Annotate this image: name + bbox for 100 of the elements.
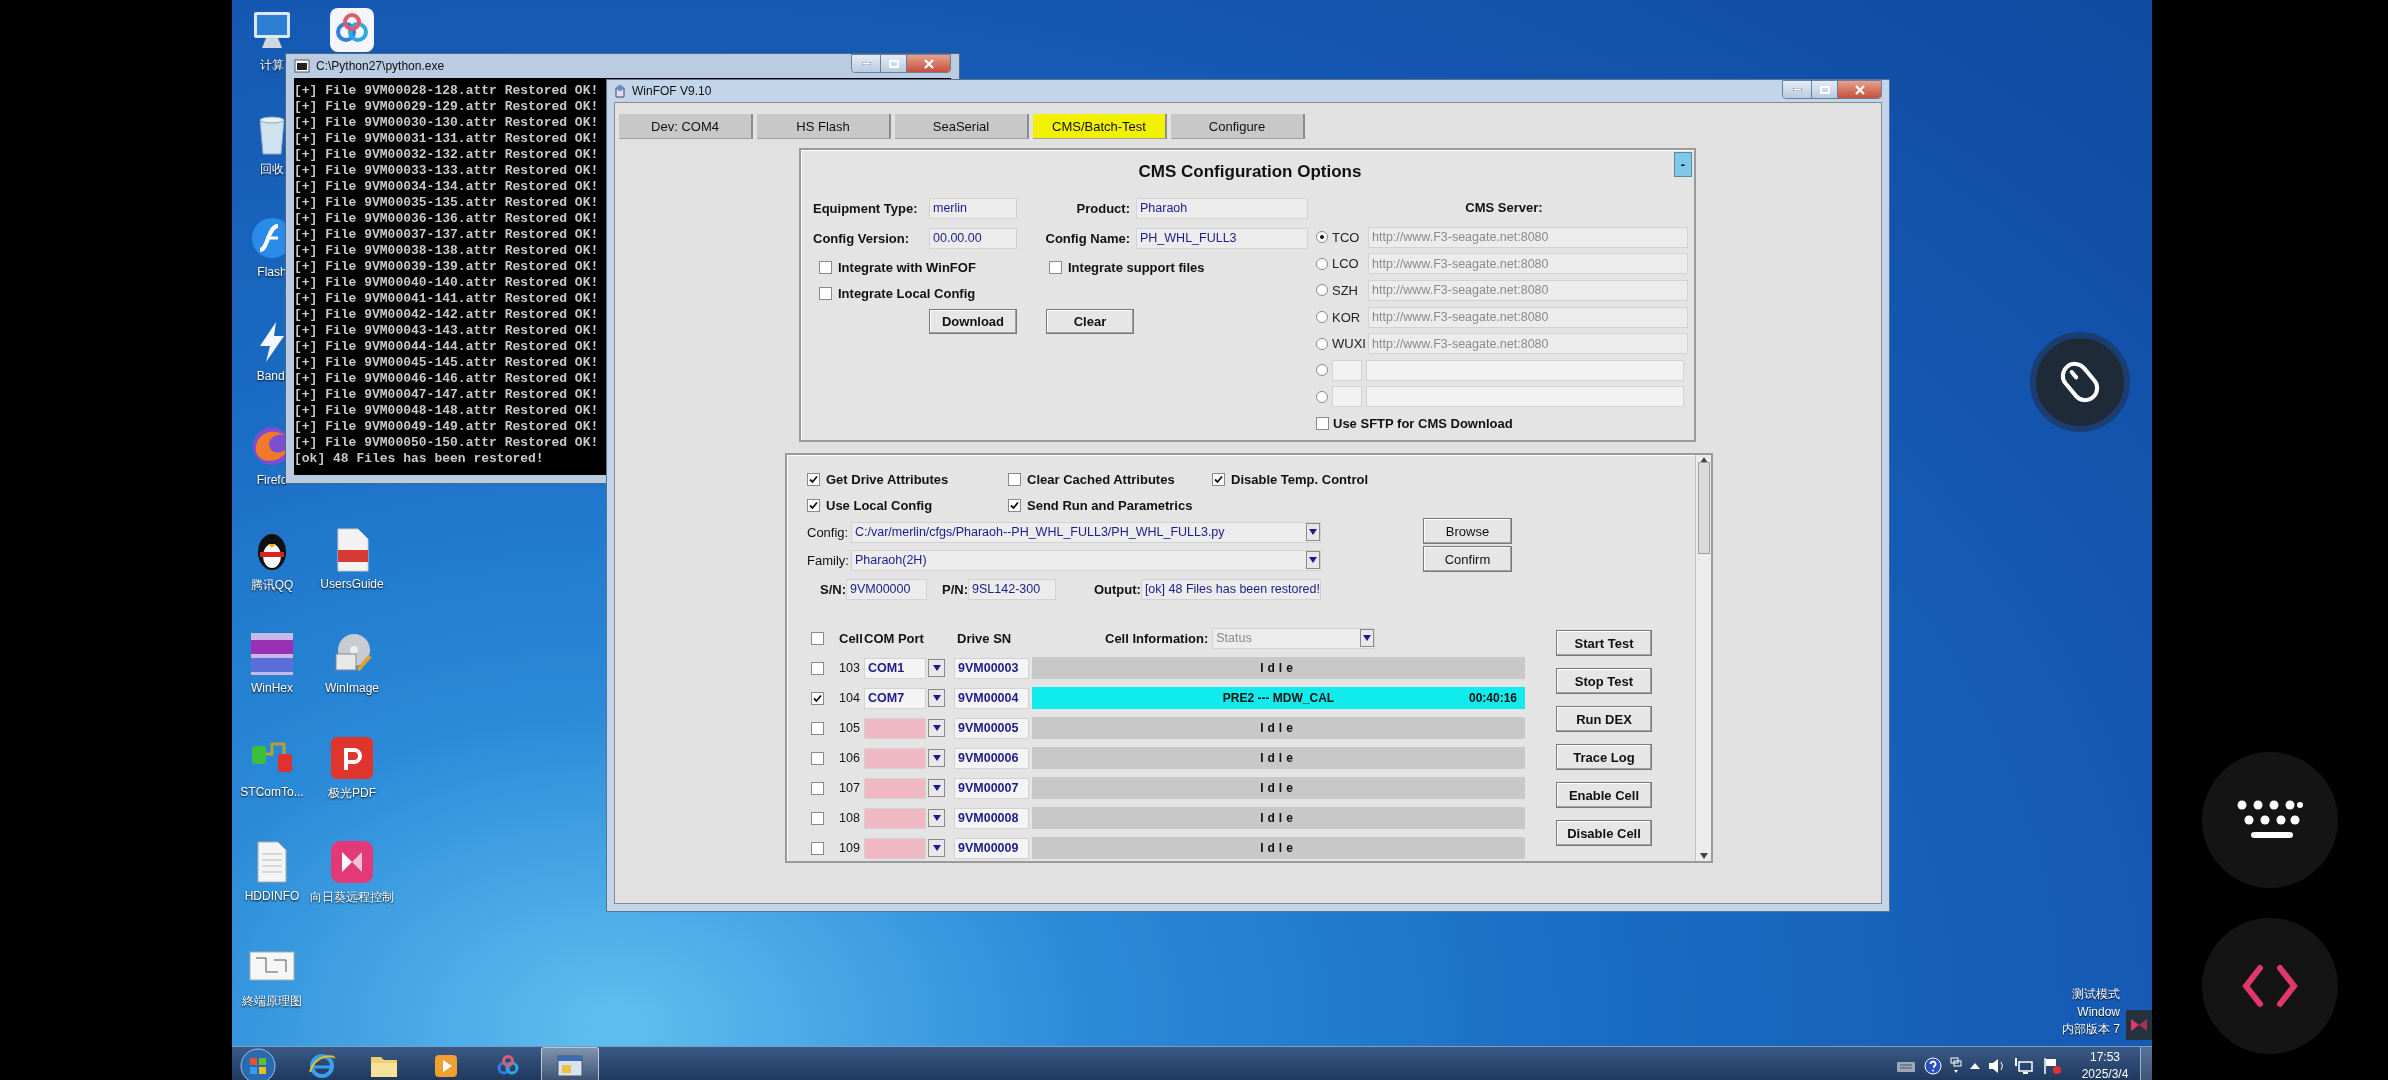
desktop-icon-label[interactable]: STComTo... (240, 785, 304, 799)
com-port-field[interactable]: COM7 (864, 687, 926, 709)
help-icon[interactable] (1924, 1057, 1942, 1075)
checkbox[interactable] (819, 260, 832, 274)
desktop-icon-label[interactable]: WinImage (325, 681, 379, 695)
action-button[interactable]: Stop Test (1556, 668, 1652, 694)
drive-sn-field[interactable]: 9VM00009 (954, 837, 1029, 859)
close-button[interactable] (1837, 81, 1881, 98)
com-port-field[interactable]: COM1 (864, 657, 926, 679)
checkbox[interactable] (811, 691, 824, 705)
network-icon[interactable] (2014, 1057, 2034, 1075)
action-button[interactable]: Trace Log (1556, 744, 1652, 770)
clock[interactable]: 17:53 2025/3/4 (2070, 1049, 2140, 1080)
dropdown-button[interactable] (928, 839, 945, 857)
checkbox[interactable] (1049, 260, 1062, 274)
checkbox[interactable] (811, 781, 824, 795)
radio-button[interactable] (1316, 231, 1328, 244)
chevron-up-icon[interactable] (1970, 1062, 1980, 1070)
checkbox[interactable] (811, 841, 824, 855)
checkbox[interactable] (811, 811, 824, 825)
drive-sn-field[interactable]: 9VM00006 (954, 747, 1029, 769)
input-field[interactable]: 9SL142-300 (968, 578, 1056, 600)
start-button[interactable] (238, 1048, 278, 1080)
keyboard-icon[interactable] (1896, 1059, 1916, 1073)
checkbox[interactable] (1008, 498, 1021, 512)
tab[interactable]: Dev: COM4 (619, 114, 753, 139)
com-port-field[interactable] (864, 717, 926, 739)
desktop-icon-label[interactable]: UsersGuide (320, 577, 384, 591)
dropdown-field[interactable]: Pharaoh(2H) (851, 549, 1321, 571)
drive-sn-field[interactable]: 9VM00005 (954, 717, 1029, 739)
clear-button[interactable]: Clear (1046, 308, 1134, 334)
input-field[interactable]: PH_WHL_FULL3 (1136, 227, 1308, 249)
speaker-icon[interactable] (1988, 1058, 2006, 1074)
radio-button[interactable] (1316, 364, 1328, 377)
checkbox[interactable] (811, 631, 824, 645)
checkbox[interactable] (807, 472, 820, 486)
dropdown-button[interactable] (928, 779, 945, 797)
dropdown-button[interactable] (928, 719, 945, 737)
desktop-icon-label[interactable]: 腾讯QQ (250, 577, 294, 594)
checkbox[interactable] (807, 498, 820, 512)
drive-sn-field[interactable]: 9VM00008 (954, 807, 1029, 829)
drive-sn-field[interactable]: 9VM00007 (954, 777, 1029, 799)
browse-button[interactable]: Browse (1423, 518, 1512, 544)
radio-button[interactable] (1316, 337, 1328, 350)
scroll-thumb[interactable] (1697, 462, 1710, 554)
maximize-button[interactable] (880, 55, 906, 72)
tab[interactable]: Configure (1171, 114, 1305, 139)
action-button[interactable]: Start Test (1556, 630, 1652, 656)
input-field[interactable]: merlin (929, 197, 1017, 219)
input-field[interactable] (1332, 359, 1362, 381)
confirm-button[interactable]: Confirm (1423, 546, 1512, 572)
radio-button[interactable] (1316, 311, 1328, 324)
checkbox[interactable] (811, 721, 824, 735)
com-port-field[interactable] (864, 837, 926, 859)
floating-tool-chip[interactable] (2126, 1010, 2152, 1040)
tab[interactable]: CMS/Batch-Test (1033, 114, 1167, 139)
flag-warning-icon[interactable] (2042, 1057, 2062, 1075)
dropdown-button[interactable] (928, 809, 945, 827)
desktop-icon-label[interactable]: WinHex (251, 681, 293, 695)
collapse-button[interactable]: - (1674, 152, 1692, 177)
show-desktop-button[interactable] (2140, 1047, 2152, 1080)
dropdown-button[interactable] (928, 749, 945, 767)
radio-button[interactable] (1316, 284, 1328, 297)
desktop-icon-label[interactable]: Flash (257, 265, 287, 279)
dropdown-button[interactable] (928, 689, 945, 707)
close-button[interactable] (906, 55, 950, 72)
checkbox[interactable] (811, 751, 824, 765)
action-button[interactable]: Run DEX (1556, 706, 1652, 732)
desktop-icon-label[interactable]: Firefo (256, 473, 288, 487)
input-field[interactable]: Pharaoh (1136, 197, 1308, 219)
maximize-button[interactable] (1811, 81, 1837, 98)
input-field[interactable]: 00.00.00 (929, 227, 1017, 249)
checkbox[interactable] (1008, 472, 1021, 486)
checkbox[interactable] (1212, 472, 1225, 486)
checkbox[interactable] (811, 661, 824, 675)
url-field[interactable] (1366, 386, 1684, 408)
action-button[interactable]: Enable Cell (1556, 782, 1652, 808)
desktop-icon-label[interactable]: 计算 (260, 57, 284, 74)
input-field[interactable]: 9VM00000 (846, 578, 928, 600)
tab[interactable]: SeaSerial (895, 114, 1029, 139)
drive-sn-field[interactable]: 9VM00004 (954, 687, 1029, 709)
taskbar-app-button[interactable] (541, 1047, 599, 1080)
com-port-field[interactable] (864, 807, 926, 829)
desktop-icon-label[interactable]: 回收 (260, 161, 284, 178)
scrollbar[interactable] (1695, 455, 1711, 861)
input-field[interactable] (1332, 386, 1362, 408)
com-port-field[interactable] (864, 747, 926, 769)
tab[interactable]: HS Flash (757, 114, 891, 139)
checkbox[interactable] (1316, 416, 1329, 430)
download-button[interactable]: Download (929, 308, 1017, 334)
checkbox[interactable] (819, 286, 832, 300)
com-port-field[interactable] (864, 777, 926, 799)
dropdown-button[interactable] (928, 659, 945, 677)
action-button[interactable]: Disable Cell (1556, 820, 1652, 846)
dropdown-field[interactable]: C:/var/merlin/cfgs/Pharaoh--PH_WHL_FULL3/PH_WHL_FULL3.py (851, 521, 1321, 543)
radio-button[interactable] (1316, 257, 1328, 270)
drive-sn-field[interactable]: 9VM00003 (954, 657, 1029, 679)
desktop-icon-label[interactable]: Bandi (256, 369, 288, 383)
url-field[interactable] (1366, 359, 1684, 381)
restore-windows-icon[interactable] (1950, 1057, 1962, 1075)
